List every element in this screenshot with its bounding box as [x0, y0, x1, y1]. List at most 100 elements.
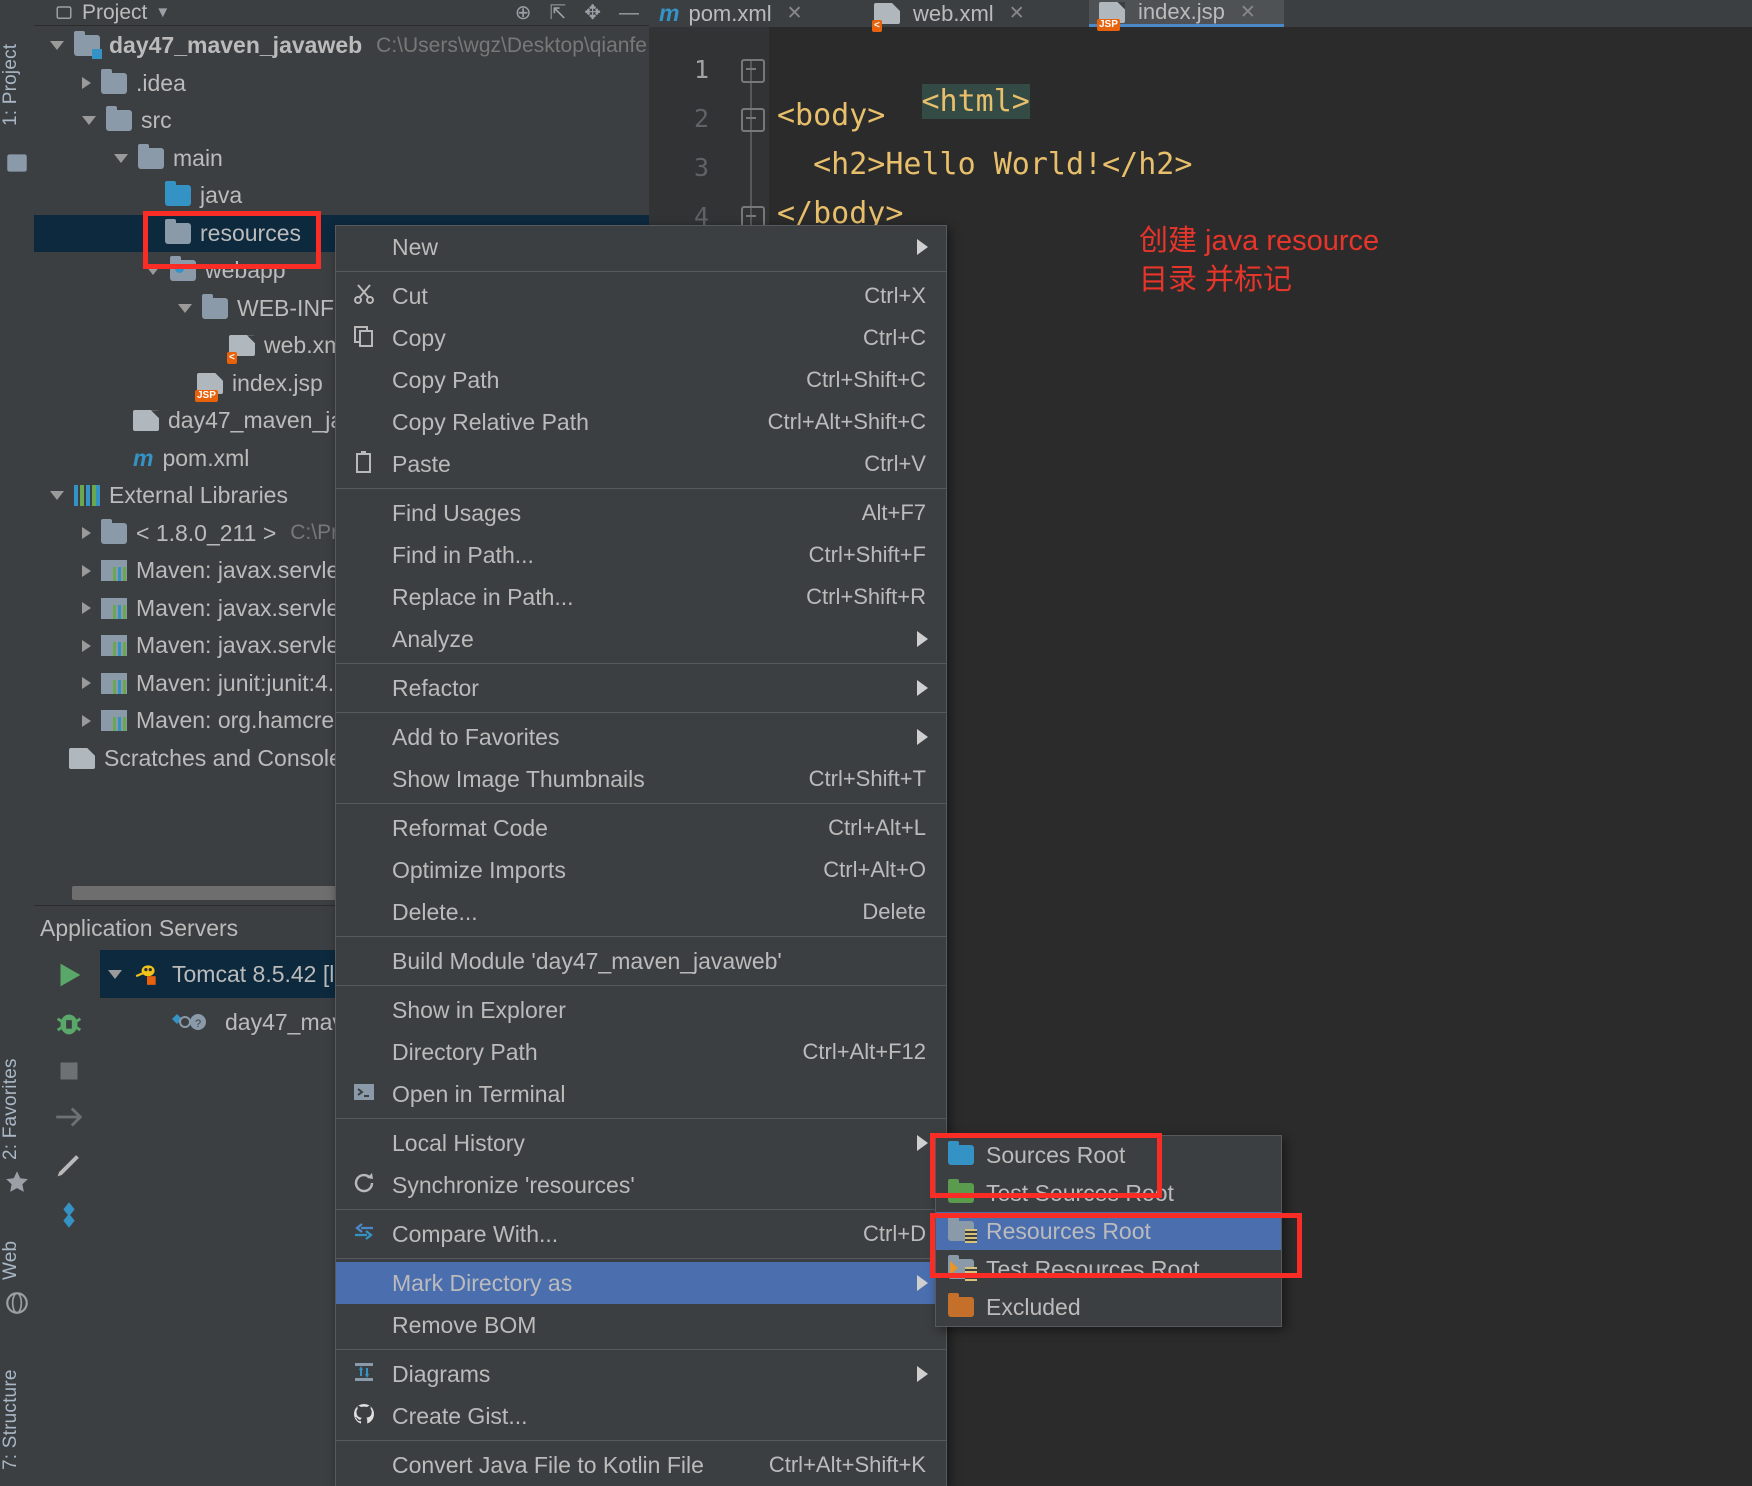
tree-row[interactable]: main: [34, 140, 649, 178]
menu-item-show-image-thumbnails[interactable]: Show Image Thumbnails Ctrl+Shift+T: [336, 758, 946, 800]
menu-item-synchronize-resources[interactable]: Synchronize 'resources': [336, 1164, 946, 1206]
stop-icon[interactable]: [52, 1054, 86, 1088]
menu-separator: [336, 1209, 946, 1210]
editor-tab-index-jsp[interactable]: JSP index.jsp ✕: [1089, 0, 1284, 31]
tree-row[interactable]: java: [34, 177, 649, 215]
submenu-item-test-resources-root[interactable]: Test Resources Root: [936, 1250, 1281, 1288]
context-menu[interactable]: New Cut Ctrl+X Copy Ctrl+C Copy Path Ctrl+Shif…: [335, 225, 947, 1486]
chevron-down-icon[interactable]: ▼: [155, 4, 170, 21]
chevron-right-icon[interactable]: [82, 564, 91, 577]
chevron-right-icon[interactable]: [82, 527, 91, 540]
chevron-down-icon[interactable]: [82, 116, 96, 126]
code-line-1: <html>: [921, 84, 1030, 119]
tree-row[interactable]: .idea: [34, 65, 649, 103]
chevron-right-icon: [917, 729, 928, 745]
folder-icon: [106, 106, 132, 132]
close-icon[interactable]: ✕: [1240, 1, 1256, 24]
menu-item-convert-java-file-to-kotlin-file[interactable]: Convert Java File to Kotlin File Ctrl+Alt…: [336, 1444, 946, 1486]
tree-row-label: Maven: javax.servlet: [136, 557, 346, 584]
menu-separator: [336, 712, 946, 713]
menu-item-replace-in-path[interactable]: Replace in Path... Ctrl+Shift+R: [336, 576, 946, 618]
menu-item-create-gist[interactable]: Create Gist...: [336, 1395, 946, 1437]
excluded-folder-icon: [948, 1293, 974, 1317]
menu-item-new[interactable]: New: [336, 226, 946, 268]
menu-item-label: Copy Relative Path: [392, 408, 589, 435]
menu-item-label: Copy: [392, 324, 446, 351]
menu-item-cut[interactable]: Cut Ctrl+X: [336, 275, 946, 317]
tree-row[interactable]: day47_maven_javaweb C:\Users\wgz\Desktop\…: [34, 27, 649, 65]
editor-tab-web-xml[interactable]: < web.xml ✕: [864, 0, 1089, 32]
submenu-item-resources-root[interactable]: Resources Root: [936, 1212, 1281, 1250]
chevron-down-icon[interactable]: [50, 491, 64, 501]
chevron-right-icon[interactable]: [82, 602, 91, 615]
menu-separator: [336, 1258, 946, 1259]
fold-toggle-icon[interactable]: [741, 108, 765, 132]
chevron-right-icon: [917, 680, 928, 696]
tool-window-button-favorites[interactable]: 2: Favorites: [0, 1000, 34, 1160]
target-icon[interactable]: ⊕: [515, 3, 532, 23]
chevron-down-icon[interactable]: [146, 266, 160, 276]
chevron-right-icon[interactable]: [82, 677, 91, 690]
hide-icon[interactable]: —: [619, 3, 639, 23]
tool-window-button-project[interactable]: 1: Project: [0, 6, 34, 126]
settings-icon[interactable]: [52, 1198, 86, 1232]
editor-tab-pom-xml[interactable]: m pom.xml ✕: [649, 0, 864, 27]
menu-item-show-in-explorer[interactable]: Show in Explorer: [336, 989, 946, 1031]
chevron-down-icon[interactable]: [178, 303, 192, 313]
chevron-down-icon[interactable]: [108, 969, 122, 979]
menu-item-directory-path[interactable]: Directory Path Ctrl+Alt+F12: [336, 1031, 946, 1073]
menu-item-label: Show Image Thumbnails: [392, 765, 645, 792]
tree-row[interactable]: src: [34, 102, 649, 140]
menu-item-paste[interactable]: Paste Ctrl+V: [336, 443, 946, 485]
menu-item-diagrams[interactable]: Diagrams: [336, 1353, 946, 1395]
menu-item-optimize-imports[interactable]: Optimize Imports Ctrl+Alt+O: [336, 849, 946, 891]
close-icon[interactable]: ✕: [787, 2, 803, 25]
menu-item-label: Open in Terminal: [392, 1080, 566, 1107]
menu-item-copy[interactable]: Copy Ctrl+C: [336, 317, 946, 359]
menu-item-analyze[interactable]: Analyze: [336, 618, 946, 660]
chevron-right-icon[interactable]: [82, 639, 91, 652]
menu-item-label: Delete...: [392, 898, 478, 925]
edit-icon[interactable]: [52, 1148, 86, 1182]
menu-item-copy-relative-path[interactable]: Copy Relative Path Ctrl+Alt+Shift+C: [336, 401, 946, 443]
menu-item-reformat-code[interactable]: Reformat Code Ctrl+Alt+L: [336, 807, 946, 849]
debug-icon[interactable]: [52, 1006, 86, 1040]
submenu-item-test-sources-root[interactable]: Test Sources Root: [936, 1174, 1281, 1212]
menu-item-local-history[interactable]: Local History: [336, 1122, 946, 1164]
editor-tab-bar[interactable]: m pom.xml ✕ < web.xml ✕ JSP index.jsp ✕: [649, 0, 1752, 32]
project-panel-header: Project ▼ ⊕ ⇱ ✥ —: [34, 0, 649, 26]
chevron-down-icon[interactable]: [50, 41, 64, 51]
deploy-icon[interactable]: [52, 1100, 86, 1134]
gear-icon[interactable]: ✥: [584, 3, 601, 23]
menu-item-delete[interactable]: Delete... Delete: [336, 891, 946, 933]
menu-item-add-to-favorites[interactable]: Add to Favorites: [336, 716, 946, 758]
chevron-right-icon[interactable]: [82, 77, 91, 90]
chevron-right-icon: [917, 631, 928, 647]
menu-item-copy-path[interactable]: Copy Path Ctrl+Shift+C: [336, 359, 946, 401]
fold-toggle-icon[interactable]: [741, 59, 765, 83]
submenu-item-sources-root[interactable]: Sources Root: [936, 1136, 1281, 1174]
tool-window-button-structure[interactable]: 7: Structure: [0, 1310, 34, 1470]
menu-item-mark-directory-as[interactable]: Mark Directory as: [336, 1262, 946, 1304]
menu-item-find-usages[interactable]: Find Usages Alt+F7: [336, 492, 946, 534]
menu-item-shortcut: Delete: [862, 899, 926, 924]
server-row-label: Tomcat 8.5.42 [loc: [172, 960, 359, 987]
menu-item-remove-bom[interactable]: Remove BOM: [336, 1304, 946, 1346]
scissors-icon: [354, 284, 374, 304]
tool-window-button-web[interactable]: Web: [0, 1160, 34, 1280]
github-icon: [354, 1404, 374, 1424]
run-icon[interactable]: [52, 958, 86, 992]
submenu-item-excluded[interactable]: Excluded: [936, 1288, 1281, 1326]
close-icon[interactable]: ✕: [1009, 2, 1025, 25]
mark-directory-as-submenu[interactable]: Sources Root Test Sources Root Resources R…: [935, 1135, 1282, 1327]
menu-item-find-in-path[interactable]: Find in Path... Ctrl+Shift+F: [336, 534, 946, 576]
collapse-all-icon[interactable]: ⇱: [549, 3, 566, 23]
menu-item-refactor[interactable]: Refactor: [336, 667, 946, 709]
jdk-icon: [101, 518, 127, 544]
chevron-down-icon[interactable]: [114, 153, 128, 163]
menu-item-open-in-terminal[interactable]: Open in Terminal: [336, 1073, 946, 1115]
chevron-right-icon[interactable]: [82, 714, 91, 727]
menu-item-compare-with[interactable]: Compare With... Ctrl+D: [336, 1213, 946, 1255]
menu-item-build-module-day47-maven-javaweb[interactable]: Build Module 'day47_maven_javaweb': [336, 940, 946, 982]
resources-root-folder-icon: [948, 1217, 977, 1243]
